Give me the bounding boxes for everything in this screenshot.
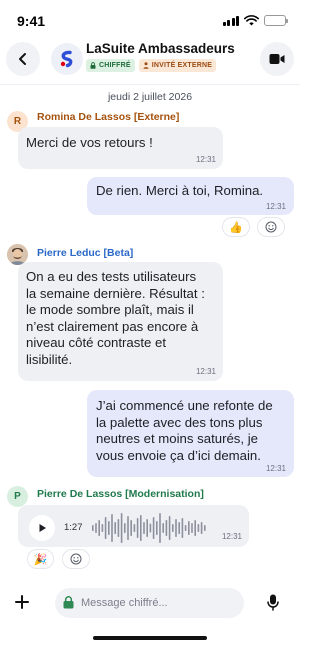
avatar-initial: R: [13, 116, 22, 127]
sender-name[interactable]: Pierre Leduc [Beta]: [37, 247, 133, 259]
message-bubble-outgoing[interactable]: J’ai commencé une refonte de la palette …: [87, 390, 294, 477]
status-bar: 9:41: [0, 0, 300, 36]
wifi-icon: [244, 15, 259, 26]
home-indicator: [93, 636, 207, 640]
message-bubble-outgoing[interactable]: De rien. Merci à toi, Romina. 12:31: [87, 177, 294, 215]
message-time: 12:31: [195, 155, 216, 164]
audio-duration: 1:27: [64, 522, 83, 533]
reaction-party[interactable]: 🎉: [27, 549, 54, 569]
lasuite-logo-icon: [60, 50, 73, 68]
encrypted-badge: CHIFFRÉ: [86, 59, 135, 72]
lock-icon: [63, 596, 74, 609]
encrypted-badge-label: CHIFFRÉ: [99, 62, 131, 69]
audio-waveform[interactable]: [90, 510, 210, 546]
status-time: 9:41: [17, 13, 46, 29]
add-reaction-button[interactable]: [257, 217, 285, 237]
video-call-button[interactable]: [260, 42, 294, 76]
external-guest-badge-label: INVITÉ EXTERNE: [151, 62, 213, 69]
message-time: 12:31: [265, 464, 286, 473]
external-guest-badge: INVITÉ EXTERNE: [138, 59, 217, 72]
party-popper-emoji: 🎉: [33, 553, 48, 566]
thumbs-up-emoji: 👍: [229, 221, 243, 234]
play-button[interactable]: [29, 515, 55, 541]
chat-header: LaSuite Ambassadeurs CHIFFRÉ INVITÉ EXTE…: [0, 38, 300, 82]
lock-icon: [90, 62, 96, 69]
header-divider: [0, 84, 300, 85]
chat-title[interactable]: LaSuite Ambassadeurs: [86, 41, 235, 56]
sender-name[interactable]: Romina De Lassos [Externe]: [37, 111, 179, 123]
room-avatar[interactable]: [51, 43, 83, 75]
person-icon: [143, 62, 149, 69]
cellular-signal-icon: [222, 15, 239, 26]
date-separator: jeudi 2 juillet 2026: [107, 91, 193, 103]
message-text: Merci de vos retours !: [26, 135, 153, 150]
play-icon: [39, 524, 46, 532]
reaction-thumbs-up[interactable]: 👍: [222, 217, 250, 237]
message-input-container[interactable]: [55, 588, 244, 618]
message-bubble[interactable]: Merci de vos retours ! 12:31: [18, 127, 223, 169]
chevron-left-icon: [19, 53, 26, 65]
attach-button[interactable]: [9, 589, 35, 615]
message-text: J’ai commencé une refonte de la palette …: [96, 398, 273, 463]
message-text: On a eu des tests utilisateurs la semain…: [26, 269, 205, 367]
message-text: De rien. Merci à toi, Romina.: [96, 183, 264, 198]
plus-icon: [15, 595, 29, 609]
sender-name[interactable]: Pierre De Lassos [Modernisation]: [37, 488, 204, 500]
video-camera-icon: [269, 54, 285, 64]
voice-message-button[interactable]: [260, 589, 286, 615]
room-badges: CHIFFRÉ INVITÉ EXTERNE: [86, 59, 217, 72]
microphone-icon: [267, 594, 279, 611]
message-time: 12:31: [221, 532, 242, 541]
smiley-add-icon: [70, 553, 82, 565]
back-button[interactable]: [6, 42, 40, 76]
battery-icon: [264, 15, 288, 26]
smiley-add-icon: [265, 221, 277, 233]
message-composer: [0, 580, 300, 649]
message-bubble[interactable]: On a eu des tests utilisateurs la semain…: [18, 262, 223, 381]
message-time: 12:31: [265, 202, 286, 211]
message-input[interactable]: [81, 588, 239, 618]
sender-avatar[interactable]: P: [7, 486, 28, 507]
avatar-initial: P: [14, 491, 21, 502]
message-time: 12:31: [195, 367, 216, 376]
status-icons: [222, 15, 288, 26]
add-reaction-button[interactable]: [62, 549, 90, 569]
